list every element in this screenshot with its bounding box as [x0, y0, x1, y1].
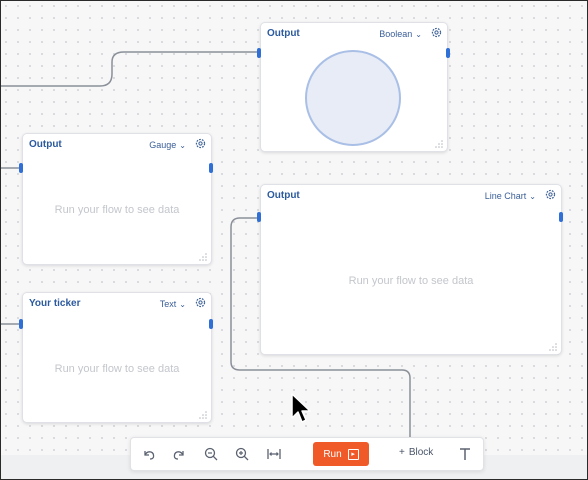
input-port[interactable] — [19, 163, 23, 173]
resize-handle-icon[interactable] — [435, 140, 443, 148]
boolean-indicator — [305, 50, 401, 146]
run-label: Run — [323, 448, 342, 460]
input-port[interactable] — [257, 212, 261, 222]
canvas-toolbar: Run ▸ + Block — [130, 437, 484, 471]
gear-icon[interactable] — [194, 137, 207, 150]
play-icon: ▸ — [347, 448, 359, 460]
mouse-cursor-icon — [291, 393, 311, 423]
wire-to-boolean — [0, 51, 258, 87]
run-button[interactable]: Run ▸ — [313, 442, 369, 466]
empty-state-text: Run your flow to see data — [54, 363, 180, 375]
input-port[interactable] — [257, 48, 261, 58]
output-port[interactable] — [559, 212, 563, 222]
output-port[interactable] — [209, 163, 213, 173]
redo-icon[interactable] — [171, 446, 187, 462]
chevron-down-icon: ⌄ — [529, 191, 536, 201]
gauge-output-node[interactable]: Output Gauge ⌄ Run your flow to see data — [22, 133, 212, 265]
undo-icon[interactable] — [141, 446, 157, 462]
type-label: Line Chart — [484, 191, 527, 201]
fit-width-icon[interactable] — [266, 446, 282, 462]
resize-handle-icon[interactable] — [199, 253, 207, 261]
zoom-out-icon[interactable] — [203, 446, 219, 462]
input-port[interactable] — [19, 319, 23, 329]
chevron-down-icon: ⌄ — [179, 140, 186, 150]
add-block-button[interactable]: + Block — [399, 447, 433, 458]
node-title: Output — [267, 190, 300, 201]
type-label: Text — [159, 299, 177, 309]
type-label: Boolean — [379, 29, 413, 39]
gear-icon[interactable] — [544, 188, 557, 201]
output-port[interactable] — [209, 319, 213, 329]
empty-state-text: Run your flow to see data — [54, 204, 180, 216]
resize-handle-icon[interactable] — [549, 343, 557, 351]
node-title: Output — [29, 139, 62, 150]
gear-icon[interactable] — [194, 296, 207, 309]
type-select[interactable]: Text ⌄ — [160, 299, 186, 309]
node-title: Output — [267, 28, 300, 39]
chevron-down-icon: ⌄ — [179, 299, 186, 309]
type-label: Gauge — [149, 140, 177, 150]
type-select[interactable]: Line Chart ⌄ — [485, 191, 536, 201]
node-title: Your ticker — [29, 298, 81, 309]
text-icon[interactable] — [457, 446, 473, 462]
zoom-in-icon[interactable] — [234, 446, 250, 462]
linechart-output-node[interactable]: Output Line Chart ⌄ Run your flow to see… — [260, 184, 562, 355]
empty-state-text: Run your flow to see data — [348, 275, 474, 287]
chevron-down-icon: ⌄ — [415, 29, 422, 39]
output-port[interactable] — [446, 48, 450, 58]
add-block-label: Block — [408, 447, 434, 458]
boolean-output-node[interactable]: Output Boolean ⌄ — [260, 22, 448, 152]
plus-icon: + — [399, 447, 405, 458]
resize-handle-icon[interactable] — [199, 411, 207, 419]
type-select[interactable]: Gauge ⌄ — [149, 140, 186, 150]
type-select[interactable]: Boolean ⌄ — [379, 29, 422, 39]
ticker-output-node[interactable]: Your ticker Text ⌄ Run your flow to see … — [22, 292, 212, 423]
gear-icon[interactable] — [430, 26, 443, 39]
